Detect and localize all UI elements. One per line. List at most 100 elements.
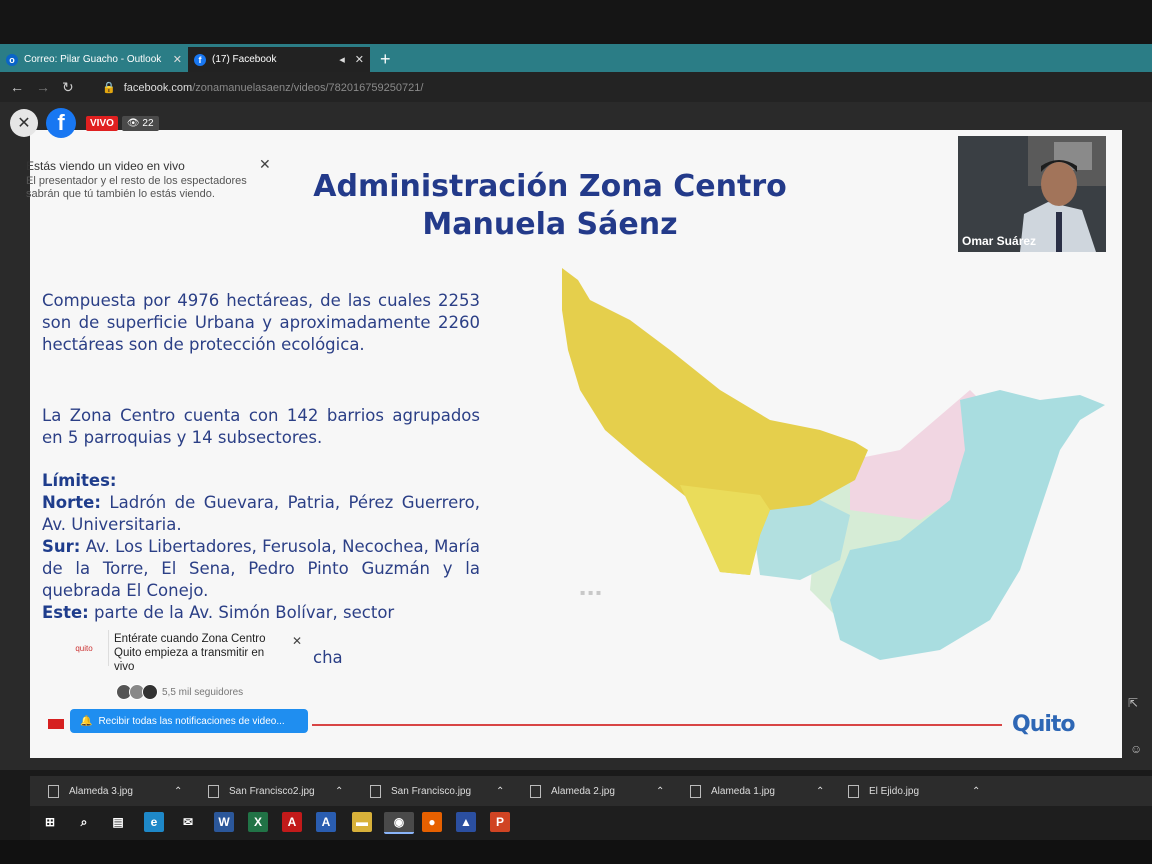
windows-start-icon[interactable]: ⊞ — [40, 812, 60, 832]
zone-map: ▪ ▪ ▪ — [562, 268, 1105, 660]
slide-paragraph-barrios: La Zona Centro cuenta con 142 barrios ag… — [42, 406, 480, 447]
eye-icon: 👁 — [126, 117, 140, 129]
norte-label: Norte: — [42, 493, 101, 512]
monitor-bezel — [0, 0, 1152, 44]
powerpoint-icon[interactable]: P — [490, 812, 510, 832]
presenter-video[interactable]: Omar Suárez — [958, 136, 1106, 252]
close-video-button[interactable]: ✕ — [10, 109, 38, 137]
chevron-up-icon[interactable]: ⌃ — [656, 776, 664, 806]
chevron-up-icon[interactable]: ⌃ — [972, 776, 980, 806]
quito-logo: Quito — [1012, 712, 1076, 737]
cursor-icon: ⇱ — [1128, 696, 1139, 710]
download-item[interactable]: Alameda 3.jpg — [48, 776, 133, 806]
facebook-logo-icon[interactable]: f — [46, 108, 76, 138]
slide-corner-mark — [48, 719, 64, 729]
slide-title-line2: Manuela Sáenz — [422, 207, 678, 242]
map-legend-text: ▪ ▪ ▪ — [580, 588, 601, 597]
app-icon[interactable]: A — [316, 812, 336, 832]
close-icon[interactable]: ✕ — [173, 53, 182, 66]
chevron-up-icon[interactable]: ⌃ — [174, 776, 182, 806]
url-path: /zonamanuelasaenz/videos/782016759250721… — [192, 81, 424, 94]
file-icon — [370, 784, 381, 798]
side-panel-icons: ⇱ ☺ — [1122, 690, 1152, 770]
lock-icon: 🔒 — [102, 81, 116, 94]
chevron-up-icon[interactable]: ⌃ — [816, 776, 824, 806]
slide-limits: Límites: Norte: Ladrón de Guevara, Patri… — [42, 470, 480, 624]
downloads-shelf: Alameda 3.jpg ⌃ San Francisco2.jpg ⌃ San… — [30, 776, 1152, 806]
acrobat-icon[interactable]: A — [282, 812, 302, 832]
file-icon — [690, 784, 701, 798]
page-logo-thumbnail: quito — [60, 630, 109, 666]
download-item[interactable]: San Francisco2.jpg — [208, 776, 315, 806]
mail-icon[interactable]: ✉ — [178, 812, 198, 832]
download-name: El Ejido.jpg — [869, 785, 920, 797]
follow-card-close-icon[interactable]: ✕ — [292, 634, 302, 648]
outlook-icon: o — [6, 53, 18, 66]
slide-text-tail: cha — [313, 648, 343, 667]
url-host: facebook.com — [123, 81, 193, 94]
chrome-icon[interactable]: ◉ — [384, 812, 414, 834]
tab-facebook[interactable]: f (17) Facebook ◂ ✕ — [188, 47, 370, 72]
chevron-up-icon[interactable]: ⌃ — [496, 776, 504, 806]
followers-row: 5,5 mil seguidores — [116, 684, 243, 700]
download-item[interactable]: Alameda 2.jpg — [530, 776, 615, 806]
firefox-icon[interactable]: ● — [422, 812, 442, 832]
file-icon — [848, 784, 859, 798]
chevron-up-icon[interactable]: ⌃ — [335, 776, 343, 806]
sur-label: Sur: — [42, 537, 81, 556]
notifications-button-label: Recibir todas las notificaciones de vide… — [98, 715, 285, 727]
file-icon — [208, 784, 219, 798]
slide-title: Administración Zona Centro Manuela Sáenz — [280, 168, 820, 244]
download-name: Alameda 2.jpg — [551, 785, 615, 797]
follower-avatar — [142, 684, 158, 700]
download-name: San Francisco.jpg — [391, 785, 472, 797]
live-watching-notice: Estás viendo un video en vivo El present… — [26, 160, 276, 201]
word-icon[interactable]: W — [214, 812, 234, 832]
speaker-icon[interactable]: ◂ — [339, 53, 345, 66]
reload-icon[interactable]: ↻ — [62, 79, 78, 96]
monitor-bezel-bottom — [0, 840, 1152, 864]
download-name: Alameda 3.jpg — [69, 785, 133, 797]
slide-footer-line — [312, 724, 1002, 726]
este-text: parte de la Av. Simón Bolívar, sector — [88, 603, 395, 622]
url-field[interactable]: 🔒 facebook.com/zonamanuelasaenz/videos/78… — [102, 81, 423, 94]
excel-icon[interactable]: X — [248, 812, 268, 832]
viewer-count: 👁 22 — [121, 115, 159, 131]
notice-close-icon[interactable]: ✕ — [259, 156, 271, 173]
facebook-icon: f — [194, 53, 206, 66]
notifications-button[interactable]: 🔔 Recibir todas las notificaciones de vi… — [70, 709, 308, 733]
task-view-icon[interactable]: ▤ — [108, 812, 128, 832]
back-icon[interactable]: ← — [10, 79, 26, 95]
user-icon[interactable]: ☺ — [1130, 742, 1142, 756]
tab-outlook[interactable]: o Correo: Pilar Guacho - Outlook ✕ — [0, 47, 188, 72]
edge-icon[interactable]: e — [144, 812, 164, 832]
new-tab-button[interactable]: + — [380, 49, 391, 70]
viewer-count-value: 22 — [142, 117, 154, 129]
search-icon[interactable]: ⌕ — [74, 812, 94, 832]
bell-icon: 🔔 — [80, 715, 93, 727]
download-item[interactable]: Alameda 1.jpg — [690, 776, 775, 806]
presenter-name: Omar Suárez — [962, 234, 1037, 248]
follow-card-text: Entérate cuando Zona Centro Quito empiez… — [114, 633, 266, 673]
forward-icon[interactable]: → — [36, 79, 52, 95]
windows-taskbar: ⊞ ⌕ ▤ e ✉ W X A A ▬ ◉ ● ▲ P — [30, 806, 1152, 840]
live-badge: VIVO — [86, 115, 118, 131]
tab-label: Correo: Pilar Guacho - Outlook — [24, 54, 162, 65]
file-icon — [530, 784, 541, 798]
slide-title-line1: Administración Zona Centro — [313, 169, 787, 204]
files-icon[interactable]: ▬ — [352, 812, 372, 832]
download-item[interactable]: El Ejido.jpg — [848, 776, 919, 806]
download-item[interactable]: San Francisco.jpg — [370, 776, 471, 806]
este-label: Este: — [42, 603, 89, 622]
close-icon[interactable]: ✕ — [355, 53, 364, 66]
limits-heading: Límites: — [42, 471, 117, 490]
photos-icon[interactable]: ▲ — [456, 812, 476, 832]
slide-paragraph-area: Compuesta por 4976 hectáreas, de las cua… — [42, 291, 480, 354]
notice-title: Estás viendo un video en vivo — [26, 159, 185, 173]
follow-card: quito Entérate cuando Zona Centro Quito … — [60, 630, 310, 678]
live-overlay-bar: ✕ f VIVO 👁 22 — [10, 108, 159, 138]
tab-label: (17) Facebook — [212, 54, 277, 65]
sur-text: Av. Los Libertadores, Ferusola, Necochea… — [42, 537, 480, 600]
download-name: San Francisco2.jpg — [229, 785, 315, 797]
norte-text: Ladrón de Guevara, Patria, Pérez Guerrer… — [42, 493, 480, 534]
